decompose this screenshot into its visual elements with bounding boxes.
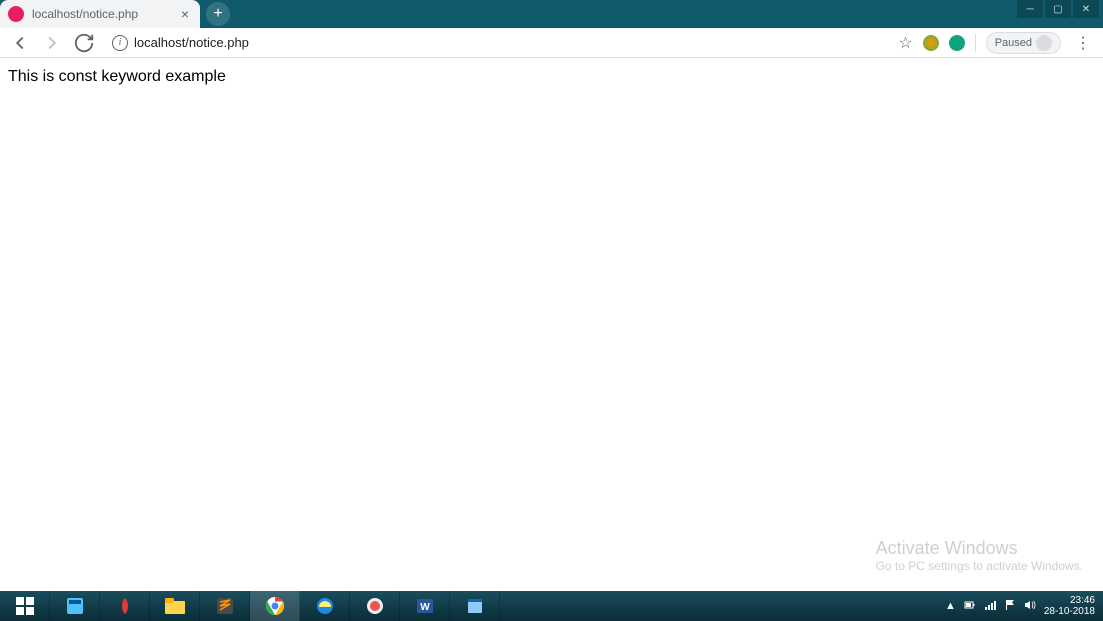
taskbar-app-wamp[interactable] xyxy=(100,591,150,621)
url-text: localhost/notice.php xyxy=(134,35,249,50)
extension-icon-2[interactable] xyxy=(949,35,965,51)
tray-expand-icon[interactable]: ▲ xyxy=(945,600,956,612)
close-window-button[interactable]: ✕ xyxy=(1073,0,1099,18)
paused-label: Paused xyxy=(995,37,1032,49)
avatar-icon xyxy=(1036,35,1052,51)
bookmark-icon[interactable]: ☆ xyxy=(898,33,912,53)
taskbar-app-ie[interactable] xyxy=(300,591,350,621)
address-input[interactable]: i localhost/notice.php xyxy=(104,31,890,55)
page-content: This is const keyword example xyxy=(0,58,1103,591)
browser-tab[interactable]: localhost/notice.php × xyxy=(0,0,200,28)
clock-date: 28-10-2018 xyxy=(1044,606,1095,617)
watermark-title: Activate Windows xyxy=(876,538,1083,559)
taskbar-app-calculator[interactable] xyxy=(50,591,100,621)
taskbar-app-antivirus[interactable] xyxy=(350,591,400,621)
taskbar-clock[interactable]: 23:46 28-10-2018 xyxy=(1044,595,1095,617)
new-tab-button[interactable]: + xyxy=(206,2,230,26)
volume-icon[interactable] xyxy=(1024,599,1036,614)
svg-text:W: W xyxy=(420,602,430,613)
window-controls: ─ ▢ ✕ xyxy=(1017,0,1099,18)
reload-button[interactable] xyxy=(72,31,96,55)
minimize-button[interactable]: ─ xyxy=(1017,0,1043,18)
windows-taskbar: W ▲ 23:46 28-10-2018 xyxy=(0,591,1103,621)
taskbar-app-notepad[interactable] xyxy=(450,591,500,621)
toolbar-right: ☆ Paused ⋮ xyxy=(898,32,1095,54)
toolbar-divider xyxy=(975,34,976,52)
battery-icon[interactable] xyxy=(964,599,976,614)
taskbar-app-explorer[interactable] xyxy=(150,591,200,621)
taskbar-apps: W xyxy=(0,591,500,621)
system-tray: ▲ 23:46 28-10-2018 xyxy=(945,595,1103,617)
watermark-subtitle: Go to PC settings to activate Windows. xyxy=(876,559,1083,573)
maximize-button[interactable]: ▢ xyxy=(1045,0,1071,18)
start-button[interactable] xyxy=(0,591,50,621)
close-tab-icon[interactable]: × xyxy=(178,7,192,21)
tab-favicon xyxy=(8,6,24,22)
tab-title: localhost/notice.php xyxy=(32,7,178,21)
taskbar-app-sublime[interactable] xyxy=(200,591,250,621)
browser-toolbar: i localhost/notice.php ☆ Paused ⋮ xyxy=(0,28,1103,58)
flag-icon[interactable] xyxy=(1004,599,1016,614)
site-info-icon[interactable]: i xyxy=(112,35,128,51)
extension-icon-1[interactable] xyxy=(923,35,939,51)
forward-button[interactable] xyxy=(40,31,64,55)
clock-time: 23:46 xyxy=(1044,595,1095,606)
network-icon[interactable] xyxy=(984,599,996,614)
taskbar-app-chrome[interactable] xyxy=(250,591,300,621)
profile-paused-button[interactable]: Paused xyxy=(986,32,1061,54)
back-button[interactable] xyxy=(8,31,32,55)
page-body-text: This is const keyword example xyxy=(8,68,226,85)
browser-title-bar: localhost/notice.php × + ─ ▢ ✕ xyxy=(0,0,1103,28)
menu-button[interactable]: ⋮ xyxy=(1071,33,1095,53)
windows-activation-watermark: Activate Windows Go to PC settings to ac… xyxy=(876,538,1083,573)
taskbar-app-word[interactable]: W xyxy=(400,591,450,621)
